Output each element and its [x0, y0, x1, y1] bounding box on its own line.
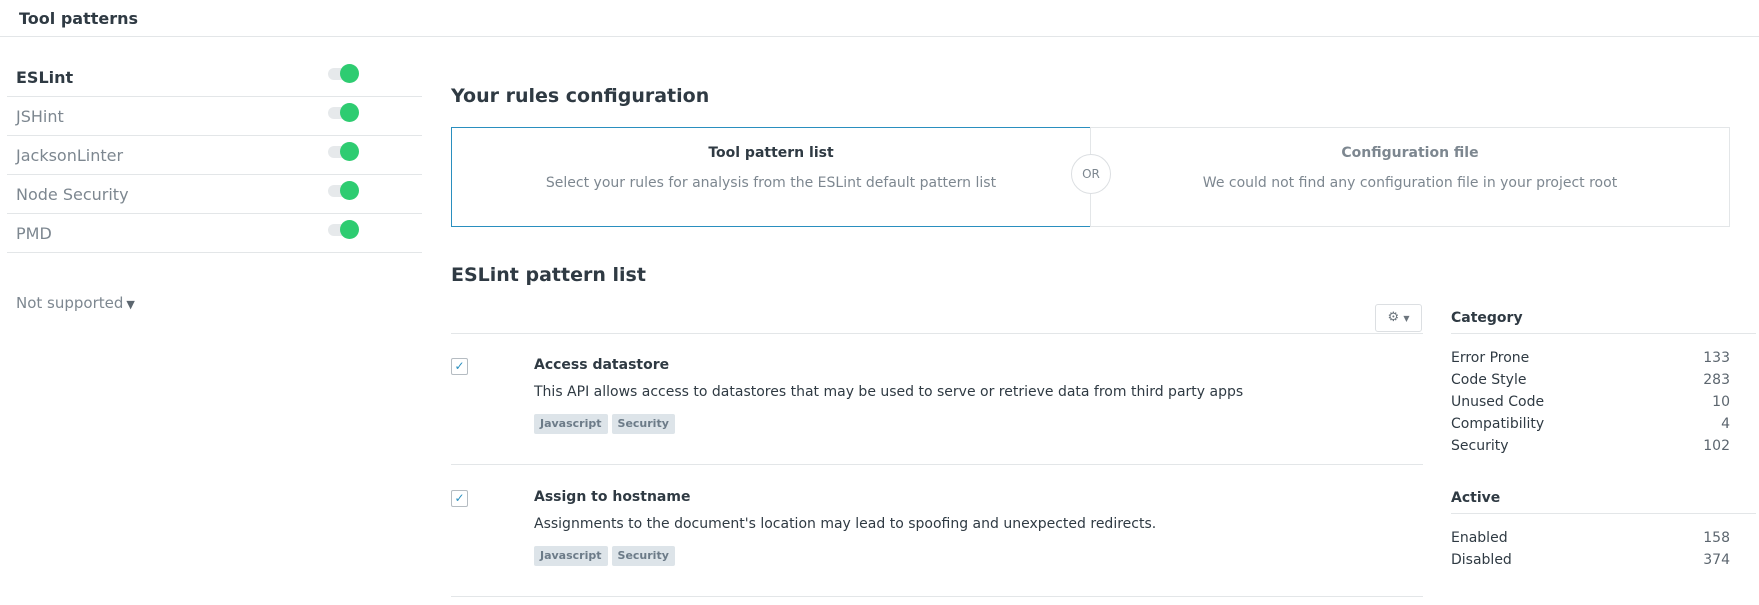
option-description: We could not find any configuration file… — [1202, 175, 1618, 191]
filter-security[interactable]: Security 102 — [1451, 435, 1756, 457]
tag-javascript[interactable]: Javascript — [534, 546, 608, 566]
filter-label: Security — [1451, 438, 1509, 454]
option-configuration-file[interactable]: Configuration file We could not find any… — [1090, 127, 1730, 227]
option-title: Configuration file — [1341, 145, 1479, 161]
pattern-description: Assignments to the document's location m… — [534, 516, 1157, 532]
toggle-knob — [340, 64, 359, 83]
active-filter: Active Enabled 158 Disabled 374 — [1451, 488, 1756, 571]
page-header: Tool patterns — [0, 0, 1759, 37]
tag-security[interactable]: Security — [611, 414, 675, 434]
tool-name: JSHint — [16, 107, 64, 126]
pattern-tags: Javascript Security — [534, 544, 679, 566]
tool-name: JacksonLinter — [16, 146, 124, 165]
filter-label: Code Style — [1451, 372, 1527, 388]
settings-dropdown-button[interactable]: ⚙ ▼ — [1375, 304, 1422, 332]
tag-security[interactable]: Security — [611, 546, 675, 566]
filter-count: 374 — [1703, 552, 1730, 568]
toggle-knob — [340, 103, 359, 122]
not-supported-dropdown[interactable]: Not supported ▼ — [16, 294, 135, 312]
filter-enabled[interactable]: Enabled 158 — [1451, 527, 1756, 549]
filter-compatibility[interactable]: Compatibility 4 — [1451, 413, 1756, 435]
gear-icon: ⚙ — [1387, 310, 1400, 325]
tool-toggle[interactable] — [322, 103, 360, 123]
toggle-knob — [340, 142, 359, 161]
filter-code-style[interactable]: Code Style 283 — [1451, 369, 1756, 391]
filter-error-prone[interactable]: Error Prone 133 — [1451, 347, 1756, 369]
tool-name: Node Security — [16, 185, 129, 204]
pattern-item: ✓ Assign to hostname Assignments to the … — [451, 465, 1423, 597]
tool-item-jshint[interactable]: JSHint — [7, 97, 422, 136]
filter-count: 133 — [1703, 350, 1730, 366]
filter-count: 283 — [1703, 372, 1730, 388]
category-filter-title: Category — [1451, 308, 1756, 334]
tool-item-eslint[interactable]: ESLint — [7, 58, 422, 97]
pattern-item: ✓ Access datastore This API allows acces… — [451, 333, 1423, 465]
pattern-title: Assign to hostname — [534, 489, 691, 505]
filter-label: Enabled — [1451, 530, 1508, 546]
filter-count: 4 — [1721, 416, 1730, 432]
filter-label: Error Prone — [1451, 350, 1530, 366]
option-title: Tool pattern list — [708, 145, 834, 161]
rules-config-title: Your rules configuration — [451, 85, 710, 107]
not-supported-label: Not supported — [16, 294, 124, 312]
category-filter: Category Error Prone 133 Code Style 283 Un… — [1451, 308, 1756, 457]
toggle-knob — [340, 181, 359, 200]
pattern-tags: Javascript Security — [534, 412, 679, 434]
pattern-description: This API allows access to datastores tha… — [534, 384, 1244, 400]
pattern-list-title: ESLint pattern list — [451, 264, 646, 286]
caret-down-icon: ▼ — [1403, 314, 1410, 323]
option-tool-pattern-list[interactable]: Tool pattern list Select your rules for … — [451, 127, 1091, 227]
tool-item-pmd[interactable]: PMD — [7, 214, 422, 253]
tool-item-node-security[interactable]: Node Security — [7, 175, 422, 214]
page-title: Tool patterns — [19, 9, 139, 28]
tool-toggle[interactable] — [322, 181, 360, 201]
toggle-knob — [340, 220, 359, 239]
pattern-checkbox[interactable]: ✓ — [451, 358, 468, 375]
filter-label: Compatibility — [1451, 416, 1545, 432]
or-separator: OR — [1071, 154, 1111, 194]
tool-item-jacksonlinter[interactable]: JacksonLinter — [7, 136, 422, 175]
filter-label: Unused Code — [1451, 394, 1545, 410]
tool-name: PMD — [16, 224, 52, 243]
filter-count: 10 — [1712, 394, 1730, 410]
filter-count: 102 — [1703, 438, 1730, 454]
tool-toggle[interactable] — [322, 64, 360, 84]
active-filter-title: Active — [1451, 488, 1756, 514]
tool-sidebar: ESLint JSHint JacksonLinter Node Securit… — [7, 58, 422, 253]
filter-unused-code[interactable]: Unused Code 10 — [1451, 391, 1756, 413]
filter-count: 158 — [1703, 530, 1730, 546]
pattern-checkbox[interactable]: ✓ — [451, 490, 468, 507]
option-description: Select your rules for analysis from the … — [545, 175, 997, 191]
filter-label: Disabled — [1451, 552, 1512, 568]
pattern-title: Access datastore — [534, 357, 670, 373]
tag-javascript[interactable]: Javascript — [534, 414, 608, 434]
chevron-down-icon: ▼ — [126, 298, 135, 311]
tool-name: ESLint — [16, 68, 74, 87]
tool-toggle[interactable] — [322, 142, 360, 162]
tool-toggle[interactable] — [322, 220, 360, 240]
filter-disabled[interactable]: Disabled 374 — [1451, 549, 1756, 571]
